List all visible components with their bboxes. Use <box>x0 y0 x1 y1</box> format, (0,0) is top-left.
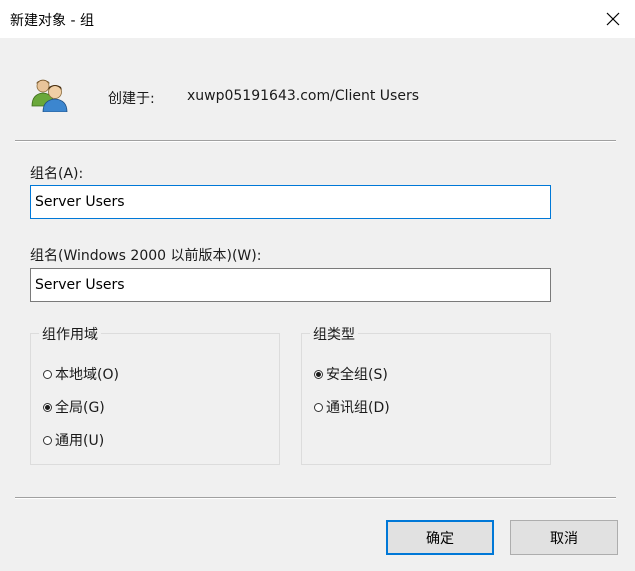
created-in-label: 创建于: <box>108 91 155 107</box>
group-users-icon <box>30 76 70 113</box>
radio-label: 安全组(S) <box>326 367 388 383</box>
scope-global-radio[interactable]: 全局(G) <box>43 397 105 417</box>
cancel-button[interactable]: 取消 <box>510 520 618 555</box>
group-name-input[interactable] <box>30 185 551 219</box>
radio-button[interactable] <box>314 369 323 379</box>
scope-universal-radio[interactable]: 通用(U) <box>43 430 104 450</box>
radio-label: 通讯组(D) <box>326 400 390 416</box>
group-name-label: 组名(A): <box>30 166 84 182</box>
radio-button[interactable] <box>43 402 52 412</box>
radio-button[interactable] <box>43 369 52 379</box>
divider-bottom <box>15 497 616 499</box>
radio-label: 本地域(O) <box>55 367 119 383</box>
close-button[interactable] <box>591 0 635 38</box>
group-scope-title: 组作用域 <box>39 324 101 344</box>
radio-label: 全局(G) <box>55 400 105 416</box>
group-type-title: 组类型 <box>310 324 358 344</box>
type-security-radio[interactable]: 安全组(S) <box>314 364 388 384</box>
group-name-pre2000-label: 组名(Windows 2000 以前版本)(W): <box>30 248 262 264</box>
radio-button[interactable] <box>314 402 323 412</box>
scope-domain-local-radio[interactable]: 本地域(O) <box>43 364 119 384</box>
group-name-pre2000-input[interactable] <box>30 268 551 302</box>
close-icon <box>606 12 620 26</box>
divider-top <box>15 140 616 142</box>
type-distribution-radio[interactable]: 通讯组(D) <box>314 397 390 417</box>
created-in-path: xuwp05191643.com/Client Users <box>187 88 420 104</box>
radio-label: 通用(U) <box>55 433 105 449</box>
title-bar: 新建对象 - 组 <box>0 0 635 38</box>
ok-button[interactable]: 确定 <box>386 520 494 555</box>
group-scope-box: 组作用域 本地域(O) 全局(G) 通用(U) <box>30 324 280 465</box>
radio-button[interactable] <box>43 435 52 445</box>
window-title: 新建对象 - 组 <box>10 13 94 29</box>
group-type-box: 组类型 安全组(S) 通讯组(D) <box>301 324 551 465</box>
